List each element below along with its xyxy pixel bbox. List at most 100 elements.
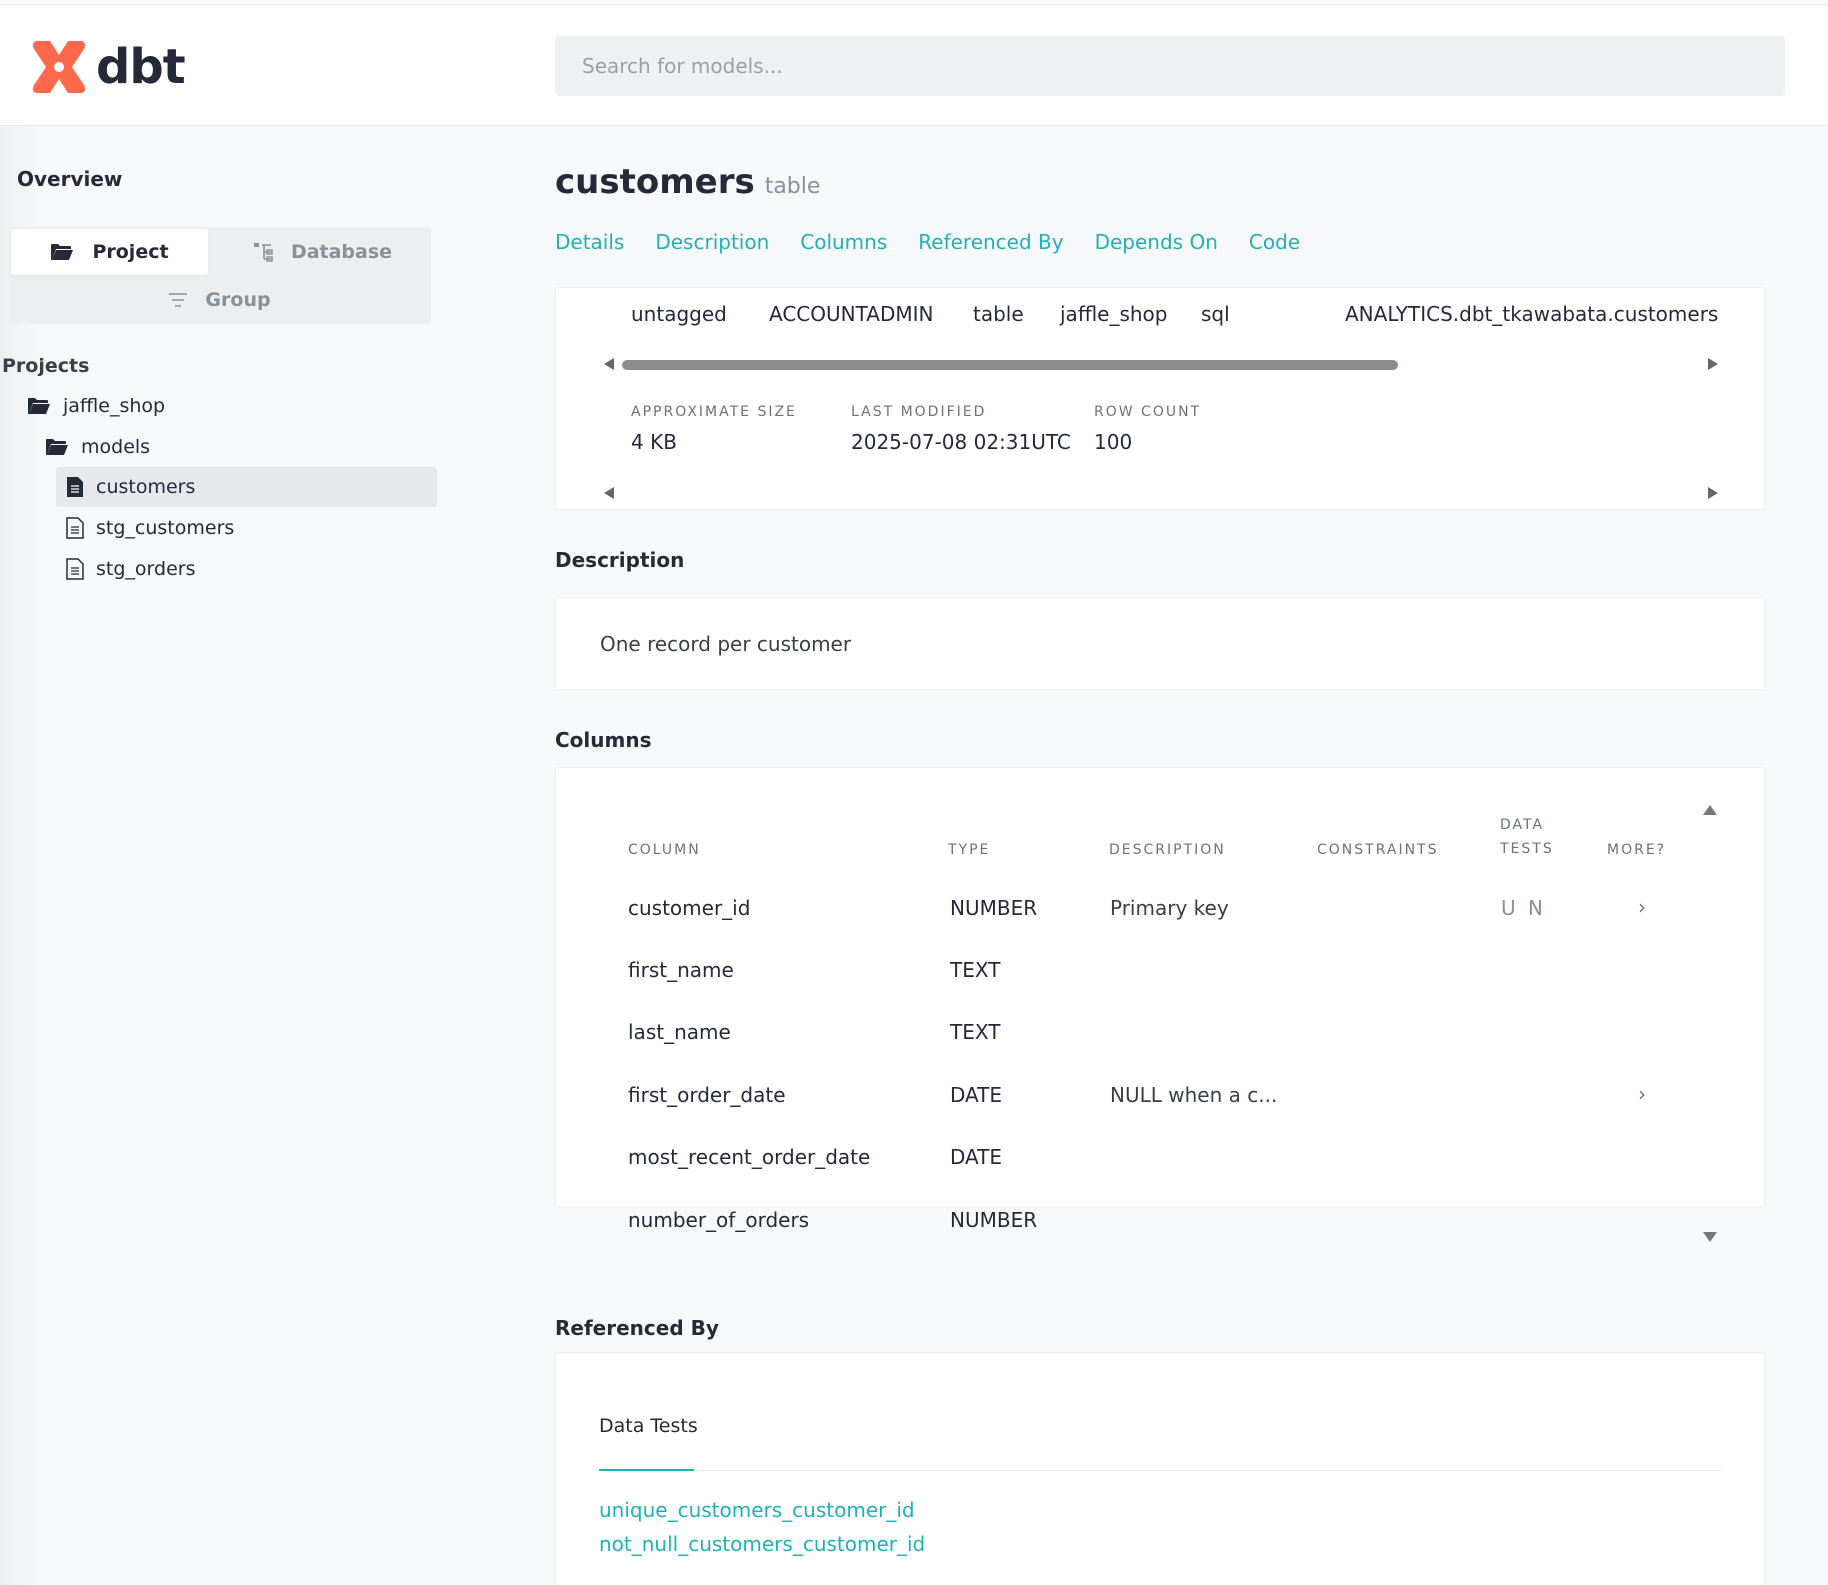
column-header-data-tests-line2: TESTS — [1500, 841, 1554, 857]
column-description: NULL when a c... — [1110, 1083, 1278, 1107]
detail-language-value: sql — [1201, 302, 1230, 326]
tree-item-label: models — [81, 436, 151, 458]
tree-item-label: customers — [96, 476, 196, 498]
column-name[interactable]: most_recent_order_date — [628, 1145, 870, 1169]
filter-lines-icon — [169, 292, 188, 307]
chevron-right-icon[interactable]: › — [1638, 895, 1646, 919]
column-header-description: DESCRIPTION — [1109, 842, 1226, 858]
detail-relation-value: ANALYTICS.dbt_tkawabata.customers — [1345, 302, 1719, 326]
toggle-database-button[interactable]: Database — [216, 229, 429, 275]
column-name[interactable]: customer_id — [628, 896, 750, 920]
referenced-by-card: Data Tests unique_customers_customer_id … — [555, 1352, 1765, 1585]
tree-item-jaffle-shop[interactable]: jaffle_shop — [27, 386, 165, 426]
tree-item-stg-orders[interactable]: stg_orders — [66, 549, 195, 589]
file-outline-icon — [66, 558, 84, 580]
tab-columns[interactable]: Columns — [800, 230, 887, 254]
detail-type-value: table — [973, 302, 1024, 326]
column-header-column: COLUMN — [628, 842, 701, 858]
column-name[interactable]: number_of_orders — [628, 1208, 809, 1232]
stats-horizontal-scrollbar[interactable] — [600, 481, 1722, 505]
detail-owner-value: ACCOUNTADMIN — [769, 302, 934, 326]
materialization-label: table — [764, 174, 821, 199]
column-name[interactable]: first_name — [628, 958, 734, 982]
dbt-logo-icon — [32, 41, 86, 93]
stat-rowcount-value: 100 — [1094, 430, 1133, 454]
tree-item-stg-customers[interactable]: stg_customers — [66, 508, 234, 548]
page-header: customers table — [555, 162, 820, 202]
detail-tags-value: untagged — [631, 302, 727, 326]
scroll-right-icon[interactable] — [1708, 487, 1718, 499]
sidebar: Overview Project Database Group Projects… — [0, 127, 520, 1585]
folder-open-icon — [51, 244, 74, 260]
column-type: NUMBER — [950, 1208, 1038, 1232]
tab-data-tests[interactable]: Data Tests — [599, 1415, 698, 1437]
details-horizontal-scrollbar[interactable] — [600, 352, 1722, 376]
tree-item-label: jaffle_shop — [63, 395, 166, 417]
column-type: TEXT — [950, 1020, 1001, 1044]
details-card: untagged ACCOUNTADMIN table jaffle_shop … — [555, 287, 1765, 510]
referenced-by-heading: Referenced By — [555, 1316, 719, 1340]
search-input[interactable] — [555, 36, 1785, 96]
tab-code[interactable]: Code — [1249, 230, 1300, 254]
tree-structure-icon — [253, 243, 273, 262]
scroll-right-icon[interactable] — [1708, 358, 1718, 370]
details-row: untagged ACCOUNTADMIN table jaffle_shop … — [556, 288, 1764, 340]
column-name[interactable]: first_order_date — [628, 1083, 786, 1107]
folder-open-icon — [28, 398, 50, 414]
test-link-unique[interactable]: unique_customers_customer_id — [599, 1498, 915, 1522]
toggle-project-label: Project — [92, 241, 169, 263]
tab-description[interactable]: Description — [655, 230, 769, 254]
column-tests: U N — [1501, 896, 1546, 920]
description-card: One record per customer — [555, 597, 1765, 690]
scroll-left-icon[interactable] — [604, 487, 614, 499]
column-type: NUMBER — [950, 896, 1038, 920]
tab-referenced-by[interactable]: Referenced By — [918, 230, 1063, 254]
columns-card: COLUMN TYPE DESCRIPTION CONSTRAINTS DATA… — [555, 767, 1765, 1242]
test-link-not-null[interactable]: not_null_customers_customer_id — [599, 1532, 925, 1556]
scroll-left-icon[interactable] — [604, 358, 614, 370]
active-tab-indicator — [599, 1469, 694, 1471]
projects-heading: Projects — [2, 355, 90, 377]
description-text: One record per customer — [600, 632, 852, 656]
tab-divider — [599, 1470, 1721, 1471]
column-type: DATE — [950, 1145, 1003, 1169]
column-header-data-tests-line1: DATA — [1500, 817, 1545, 833]
column-type: TEXT — [950, 958, 1001, 982]
description-heading: Description — [555, 548, 685, 572]
toggle-project-button[interactable]: Project — [11, 229, 208, 275]
section-tabs: Details Description Columns Referenced B… — [555, 230, 1331, 254]
column-name[interactable]: last_name — [628, 1020, 731, 1044]
top-header: dbt — [0, 4, 1828, 126]
stat-modified-value: 2025-07-08 02:31UTC — [851, 430, 1071, 454]
chevron-right-icon[interactable]: › — [1638, 1082, 1646, 1106]
overview-link[interactable]: Overview — [17, 167, 122, 191]
stat-size-label: APPROXIMATE SIZE — [631, 404, 797, 420]
stat-size-value: 4 KB — [631, 430, 677, 454]
dbt-logo[interactable]: dbt — [30, 37, 186, 97]
tab-details[interactable]: Details — [555, 230, 624, 254]
tab-depends-on[interactable]: Depends On — [1095, 230, 1218, 254]
scroll-thumb[interactable] — [622, 360, 1398, 370]
tree-item-models[interactable]: models — [45, 427, 150, 467]
column-description: Primary key — [1110, 896, 1229, 920]
scroll-up-icon[interactable] — [1703, 805, 1717, 815]
scroll-down-icon[interactable] — [1703, 1232, 1717, 1242]
toggle-database-label: Database — [290, 241, 393, 263]
stat-rowcount-label: ROW COUNT — [1094, 404, 1202, 420]
column-header-more: MORE? — [1607, 842, 1667, 858]
detail-package-value: jaffle_shop — [1060, 302, 1168, 326]
column-header-type: TYPE — [948, 842, 991, 858]
tree-item-label: stg_orders — [96, 558, 196, 580]
view-toggle: Project Database Group — [9, 227, 431, 324]
column-header-data-tests: DATA TESTS — [1500, 813, 1554, 861]
tree-item-customers[interactable]: customers — [56, 467, 437, 507]
toggle-group-button[interactable]: Group — [11, 277, 429, 322]
scroll-track[interactable] — [622, 360, 1700, 370]
column-type: DATE — [950, 1083, 1003, 1107]
page-title: customers — [555, 162, 755, 202]
stat-modified-label: LAST MODIFIED — [851, 404, 987, 420]
file-filled-icon — [67, 477, 83, 497]
toggle-group-label: Group — [205, 288, 271, 311]
logo-text: dbt — [96, 39, 186, 95]
folder-open-icon — [46, 439, 68, 455]
